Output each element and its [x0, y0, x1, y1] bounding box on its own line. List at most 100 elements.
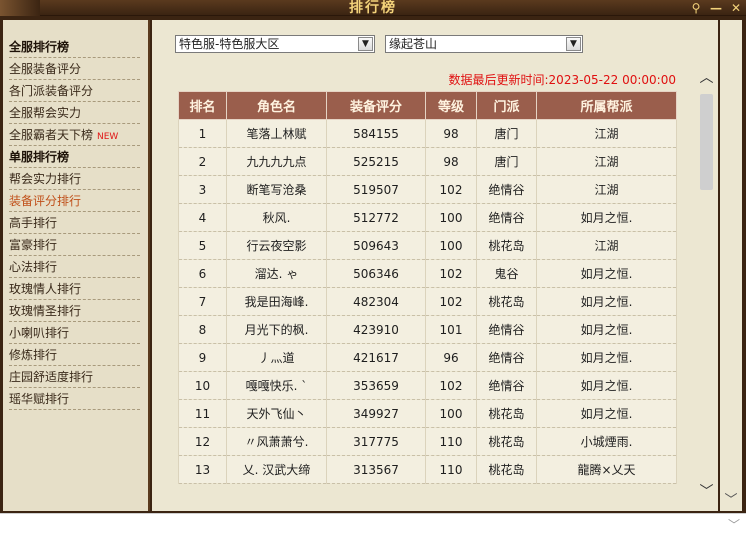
sidebar-item[interactable]: 全服装备评分 — [9, 58, 140, 80]
cell-name: 笔落丄林赋 — [226, 119, 327, 148]
table-row[interactable]: 8 月光下的枫. 423910 101 绝情谷 如月之恒. — [178, 315, 677, 344]
cell-level: 101 — [425, 315, 477, 344]
cell-score: 421617 — [326, 343, 426, 372]
scroll-thumb[interactable] — [700, 94, 713, 190]
cell-rank: 8 — [178, 315, 227, 344]
cell-rank: 5 — [178, 231, 227, 260]
sidebar-item[interactable]: 瑶华赋排行 — [9, 388, 140, 410]
cell-score: 525215 — [326, 147, 426, 176]
scroll-down-icon[interactable]: ﹀ — [697, 482, 716, 502]
cell-rank: 9 — [178, 343, 227, 372]
sidebar-item-label: 全服帮会实力 — [9, 106, 82, 120]
cell-guild: 小城煙雨. — [536, 427, 677, 456]
table-row[interactable]: 6 溜达. ゃ 506346 102 鬼谷 如月之恒. — [178, 259, 677, 288]
table-row[interactable]: 9 丿灬道 421617 96 绝情谷 如月之恒. — [178, 343, 677, 372]
cell-level: 100 — [425, 399, 477, 428]
cell-name: 乂. 汉武大缔 — [226, 455, 327, 484]
table-row[interactable]: 3 断笔写沧桑 519507 102 绝情谷 江湖 — [178, 175, 677, 204]
cell-rank: 10 — [178, 371, 227, 400]
sidebar-item[interactable]: 各门派装备评分 — [9, 80, 140, 102]
table-row[interactable]: 10 嘎嘎快乐. ` 353659 102 绝情谷 如月之恒. — [178, 371, 677, 400]
sidebar-item[interactable]: 装备评分排行 — [9, 190, 140, 212]
cell-level: 110 — [425, 427, 477, 456]
update-time-value: 2023-05-22 00:00:00 — [548, 73, 676, 87]
cell-sect: 桃花岛 — [476, 455, 537, 484]
realm-select[interactable]: 缘起苍山 ▼ — [385, 35, 583, 53]
column-header-sect: 门派 — [476, 91, 537, 120]
sidebar-item[interactable]: 玫瑰情圣排行 — [9, 300, 140, 322]
update-time: 数据最后更新时间:2023-05-22 00:00:00 — [449, 71, 677, 88]
sidebar-item[interactable]: 富豪排行 — [9, 234, 140, 256]
sidebar-item[interactable]: 心法排行 — [9, 256, 140, 278]
cell-guild: 如月之恒. — [536, 343, 677, 372]
sidebar-item[interactable]: 小喇叭排行 — [9, 322, 140, 344]
cell-score: 349927 — [326, 399, 426, 428]
ranking-window: 排行榜 ⚲ — ✕ 全服排行榜全服装备评分各门派装备评分全服帮会实力全服霸者天下… — [0, 0, 746, 540]
table-row[interactable]: 1 笔落丄林赋 584155 98 唐门 江湖 — [178, 119, 677, 148]
sidebar-menu: 全服排行榜 全服装备评分 各门派装备评分 全服帮会实力 全服霸者天下榜 NEW 单服排行榜帮… — [3, 20, 148, 410]
cell-level: 110 — [425, 455, 477, 484]
cell-guild: 江湖 — [536, 119, 677, 148]
sidebar-item[interactable]: 帮会实力排行 — [9, 168, 140, 190]
cell-rank: 13 — [178, 455, 227, 484]
sidebar-item[interactable]: 修炼排行 — [9, 344, 140, 366]
pin-icon[interactable]: ⚲ — [688, 1, 704, 15]
sidebar-item[interactable]: 高手排行 — [9, 212, 140, 234]
chevron-down-icon[interactable]: ▼ — [566, 37, 581, 51]
table-row[interactable]: 4 秋风. 512772 100 绝情谷 如月之恒. — [178, 203, 677, 232]
sidebar-item-label: 全服排行榜 — [9, 40, 70, 54]
table-row[interactable]: 2 九九九九点 525215 98 唐门 江湖 — [178, 147, 677, 176]
title-bar: 排行榜 ⚲ — ✕ — [0, 0, 746, 16]
scroll-down-icon[interactable]: ﹀ — [720, 491, 742, 511]
server-select[interactable]: 特色服-特色服大区 ▼ — [175, 35, 375, 53]
scroll-up-icon[interactable]: ︿ — [697, 68, 716, 88]
cell-level: 102 — [425, 175, 477, 204]
cell-name: 溜达. ゃ — [226, 259, 327, 288]
sidebar-item[interactable]: 全服帮会实力 — [9, 102, 140, 124]
column-header-rank: 排名 — [178, 91, 227, 120]
sidebar: 全服排行榜 全服装备评分 各门派装备评分 全服帮会实力 全服霸者天下榜 NEW 单服排行榜帮… — [3, 20, 150, 511]
outer-scrollbar[interactable]: ﹀ — [720, 20, 742, 511]
cell-rank: 1 — [178, 119, 227, 148]
sidebar-item-label: 玫瑰情人排行 — [9, 282, 82, 296]
chevron-down-icon[interactable]: ﹀ — [728, 516, 740, 533]
cell-name: 我是田海峰. — [226, 287, 327, 316]
table-row[interactable]: 5 行云夜空影 509643 100 桃花岛 江湖 — [178, 231, 677, 260]
cell-guild: 如月之恒. — [536, 203, 677, 232]
cell-rank: 2 — [178, 147, 227, 176]
cell-sect: 唐门 — [476, 119, 537, 148]
cell-level: 98 — [425, 119, 477, 148]
ranking-table: 排名 角色名 装备评分 等级 门派 所属帮派 1 笔落丄林赋 584155 98 唐门江… — [178, 91, 677, 484]
table-row[interactable]: 13 乂. 汉武大缔 313567 110 桃花岛 龍腾×乂天 — [178, 455, 677, 484]
chevron-down-icon[interactable]: ▼ — [358, 37, 373, 51]
bottom-strip: ﹀ — [0, 513, 746, 540]
table-scrollbar[interactable]: ︿ ﹀ — [697, 68, 716, 502]
table-row[interactable]: 7 我是田海峰. 482304 102 桃花岛 如月之恒. — [178, 287, 677, 316]
sidebar-item[interactable]: 庄园舒适度排行 — [9, 366, 140, 388]
cell-guild: 如月之恒. — [536, 287, 677, 316]
close-button[interactable]: ✕ — [728, 1, 744, 15]
cell-guild: 江湖 — [536, 147, 677, 176]
table-row[interactable]: 12 〃风萧萧兮. 317775 110 桃花岛 小城煙雨. — [178, 427, 677, 456]
minimize-button[interactable]: — — [708, 1, 724, 15]
cell-score: 584155 — [326, 119, 426, 148]
cell-sect: 绝情谷 — [476, 371, 537, 400]
main-panel: 特色服-特色服大区 ▼ 缘起苍山 ▼ 数据最后更新时间:2023-05-22 0… — [152, 20, 718, 511]
cell-name: 行云夜空影 — [226, 231, 327, 260]
sidebar-item-label: 庄园舒适度排行 — [9, 370, 94, 384]
cell-name: 秋风. — [226, 203, 327, 232]
table-row[interactable]: 11 天外飞仙丶 349927 100 桃花岛 如月之恒. — [178, 399, 677, 428]
sidebar-section-header: 全服排行榜 — [9, 36, 140, 58]
window-controls: ⚲ — ✕ — [688, 0, 744, 16]
column-header-level: 等级 — [425, 91, 477, 120]
cell-guild: 如月之恒. — [536, 371, 677, 400]
cell-score: 423910 — [326, 315, 426, 344]
sidebar-item-label: 全服装备评分 — [9, 62, 82, 76]
sidebar-item[interactable]: 全服霸者天下榜 NEW — [9, 124, 140, 146]
sidebar-item[interactable]: 玫瑰情人排行 — [9, 278, 140, 300]
cell-name: 嘎嘎快乐. ` — [226, 371, 327, 400]
sidebar-item-label: 高手排行 — [9, 216, 58, 230]
cell-score: 353659 — [326, 371, 426, 400]
cell-sect: 唐门 — [476, 147, 537, 176]
cell-sect: 绝情谷 — [476, 175, 537, 204]
